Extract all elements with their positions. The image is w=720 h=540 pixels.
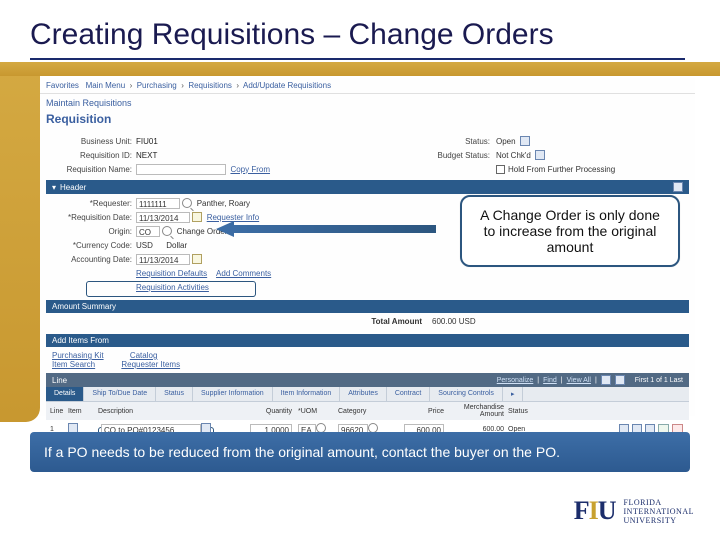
item-search-link[interactable]: Item Search: [52, 360, 95, 369]
col-price: Price: [393, 408, 448, 415]
status-label: Status:: [386, 137, 496, 146]
budget-value: Not Chk'd: [496, 151, 531, 160]
currency-value: USD: [136, 241, 153, 250]
lookup-icon[interactable]: [182, 198, 192, 208]
requester-label: *Requester:: [46, 199, 136, 208]
add-comments-link[interactable]: Add Comments: [216, 269, 271, 278]
purchasing-kit-link[interactable]: Purchasing Kit: [52, 351, 104, 360]
tab-iteminfo[interactable]: Item Information: [273, 387, 341, 401]
find-link[interactable]: Find: [543, 377, 557, 384]
crumb-requisitions[interactable]: Requisitions: [188, 81, 232, 90]
tab-expand-icon[interactable]: ▸: [503, 387, 524, 401]
gold-accent: [0, 62, 40, 422]
tab-ship[interactable]: Ship To/Due Date: [84, 387, 156, 401]
logo-mark: FIU: [574, 496, 616, 526]
currency-label: *Currency Code:: [46, 241, 136, 250]
cancel-icon[interactable]: [520, 136, 530, 146]
bu-label: Business Unit:: [46, 137, 136, 146]
personalize-link[interactable]: Personalize: [497, 377, 534, 384]
header-help-icon[interactable]: [673, 182, 683, 192]
col-item: Item: [68, 408, 98, 415]
total-amount: 600.00 USD: [432, 317, 476, 326]
page-subhead: Maintain Requisitions: [40, 94, 695, 110]
catalog-link[interactable]: Catalog: [130, 351, 158, 360]
col-desc: Description: [98, 408, 238, 415]
callout-arrow: [216, 220, 436, 238]
req-activities-link[interactable]: Requisition Activities: [136, 283, 209, 292]
header-bar-label: Header: [60, 183, 86, 192]
col-amt: Merchandise Amount: [448, 404, 508, 418]
requester-input[interactable]: 1111111: [136, 198, 180, 209]
calendar-icon[interactable]: [192, 254, 202, 264]
bottom-note-banner: If a PO needs to be reduced from the ori…: [30, 432, 690, 472]
bu-value: FIU01: [136, 137, 158, 146]
tab-status[interactable]: Status: [156, 387, 193, 401]
line-tabs: Details Ship To/Due Date Status Supplier…: [46, 387, 689, 402]
tab-attributes[interactable]: Attributes: [340, 387, 387, 401]
tab-sourcing[interactable]: Sourcing Controls: [430, 387, 503, 401]
crumb-favorites[interactable]: Favorites: [46, 81, 79, 90]
download-icon[interactable]: [615, 375, 625, 385]
reqname-input[interactable]: [136, 164, 226, 175]
line-bar-label: Line: [52, 376, 67, 385]
add-items-bar: Add Items From: [46, 334, 689, 347]
acctdate-label: Accounting Date:: [46, 255, 136, 264]
calendar-icon[interactable]: [192, 212, 202, 222]
reqdate-label: *Requisition Date:: [46, 213, 136, 222]
bottom-note-text: If a PO needs to be reduced from the ori…: [44, 444, 560, 460]
zoom-icon[interactable]: [601, 375, 611, 385]
budget-check-icon[interactable]: [535, 150, 545, 160]
lookup-icon[interactable]: [162, 226, 172, 236]
acctdate-input[interactable]: 11/13/2014: [136, 254, 190, 265]
col-uom: *UOM: [298, 408, 338, 415]
breadcrumb: Favorites Main Menu › Purchasing › Requi…: [40, 78, 695, 94]
total-label: Total Amount: [52, 317, 432, 326]
requester-name: Panther, Roary: [197, 199, 250, 208]
header-collapse-bar[interactable]: ▾ Header: [46, 180, 689, 194]
reqid-label: Requisition ID:: [46, 151, 136, 160]
callout-text: A Change Order is only done to increase …: [480, 207, 660, 255]
req-defaults-link[interactable]: Requisition Defaults: [136, 269, 207, 278]
status-value: Open: [496, 137, 516, 146]
requester-items-link[interactable]: Requester Items: [121, 360, 180, 369]
reqid-value: NEXT: [136, 151, 157, 160]
logo-text: Florida International University: [624, 498, 695, 525]
budget-label: Budget Status:: [386, 151, 496, 160]
hold-label: Hold From Further Processing: [508, 165, 615, 174]
col-line: Line: [46, 408, 68, 415]
fiu-logo: FIU Florida International University: [574, 496, 694, 526]
crumb-purchasing[interactable]: Purchasing: [137, 81, 177, 90]
viewall-link[interactable]: View All: [567, 377, 591, 384]
col-qty: Quantity: [238, 408, 298, 415]
tab-supplier[interactable]: Supplier Information: [193, 387, 273, 401]
col-cat: Category: [338, 408, 393, 415]
origin-label: Origin:: [46, 227, 136, 236]
crumb-addupdate[interactable]: Add/Update Requisitions: [243, 81, 331, 90]
currency-desc: Dollar: [166, 241, 187, 250]
row-counter: First 1 of 1 Last: [635, 377, 683, 384]
origin-input[interactable]: CO: [136, 226, 160, 237]
copy-from-link[interactable]: Copy From: [230, 165, 270, 174]
tab-contract[interactable]: Contract: [387, 387, 430, 401]
hold-checkbox[interactable]: [496, 165, 505, 174]
callout-bubble: A Change Order is only done to increase …: [460, 195, 680, 267]
title-underline: [30, 58, 685, 60]
crumb-mainmenu[interactable]: Main Menu: [86, 81, 126, 90]
grid-header: Line Item Description Quantity *UOM Cate…: [46, 402, 689, 420]
tab-details[interactable]: Details: [46, 387, 84, 401]
slide-title: Creating Requisitions – Change Orders: [30, 18, 554, 52]
reqdate-input[interactable]: 11/13/2014: [136, 212, 190, 223]
reqname-label: Requisition Name:: [46, 165, 136, 174]
page-title: Requisition: [40, 110, 695, 132]
col-status: Status: [508, 408, 548, 415]
amount-summary-bar: Amount Summary: [46, 300, 689, 313]
